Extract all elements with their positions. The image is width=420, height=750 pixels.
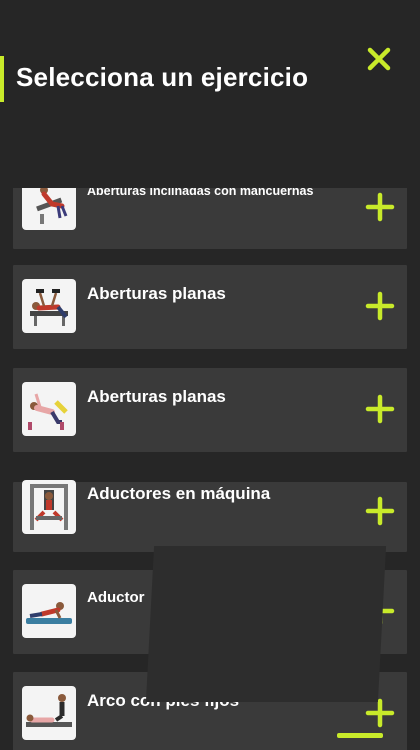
adductor-machine-icon [22,480,76,534]
flat-bench-fly-icon [22,279,76,333]
close-button[interactable] [364,44,394,74]
loading-overlay-panel [145,546,387,702]
arch-feet-fixed-icon [22,686,76,740]
plus-icon [365,192,395,222]
exercise-card[interactable]: Aberturas planas [13,265,407,349]
exercise-label: Aductores en máquina [87,484,271,503]
page-title: Selecciona un ejercicio [16,62,309,92]
add-button[interactable] [365,394,395,424]
exercise-label: Aductor [87,589,145,606]
exercise-label: Aberturas planas [87,387,226,406]
plus-icon [365,698,395,728]
close-icon [367,47,391,71]
add-button[interactable] [365,291,395,321]
home-indicator [337,733,383,738]
add-button[interactable] [365,496,395,526]
header-accent-bar [0,56,4,102]
exercise-card[interactable]: Aberturas planas [13,368,407,452]
inclined-dumbbell-fly-icon [22,188,76,230]
exercise-label: Aberturas inclinadas con mancuernas [87,188,314,198]
flat-fly-band-icon [22,382,76,436]
exercise-card[interactable]: Aductores en máquina [13,480,407,552]
adductor-floor-icon [22,584,76,638]
add-button[interactable] [365,698,395,728]
plus-icon [365,496,395,526]
exercise-label: Aberturas planas [87,284,226,303]
plus-icon [365,394,395,424]
exercise-card[interactable]: Aberturas inclinadas con mancuernas [13,188,407,249]
add-button[interactable] [365,192,395,222]
plus-icon [365,291,395,321]
